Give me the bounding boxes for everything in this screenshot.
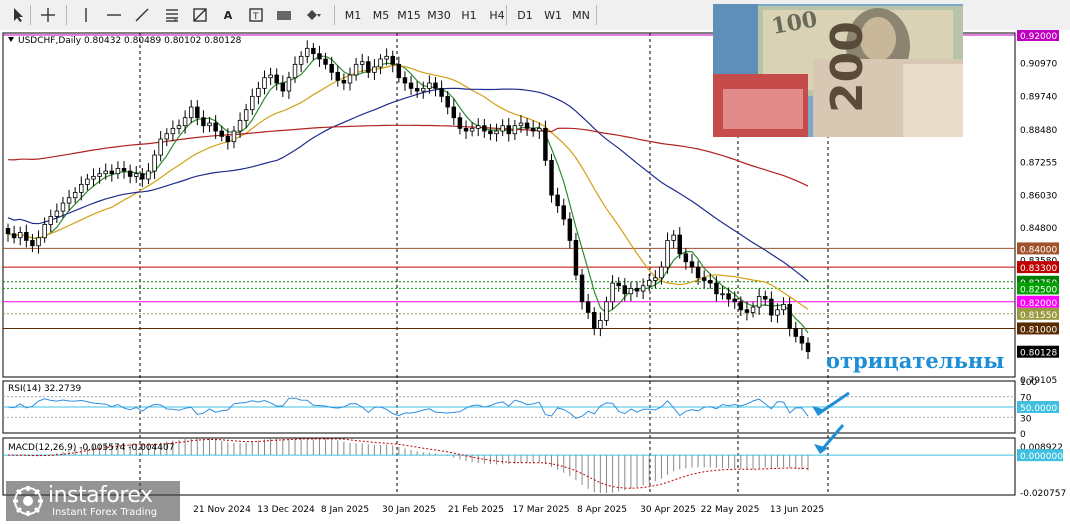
crosshair-tool[interactable] — [36, 4, 60, 26]
cursor-tool[interactable] — [6, 4, 30, 26]
annotation-text: отрицательны — [826, 348, 1005, 373]
macd-axis-label: -0.020757 — [1020, 489, 1066, 499]
date-axis-label: 21 Feb 2025 — [448, 505, 504, 515]
price-axis-label: 0.87255 — [1020, 159, 1057, 169]
toolbar-separator — [334, 5, 335, 25]
timeframe-m5[interactable]: M5 — [368, 4, 394, 26]
date-axis-label: 30 Apr 2025 — [640, 505, 696, 515]
date-axis-label: 8 Jan 2025 — [321, 505, 369, 515]
fibonacci-fan-tool[interactable] — [188, 4, 212, 26]
timeframe-m15[interactable]: M15 — [396, 4, 422, 26]
price-axis-label: 0.80128 — [1020, 349, 1057, 359]
toolbar-separator — [66, 5, 67, 25]
price-axis-label: 0.89740 — [1020, 92, 1057, 102]
rsi-axis-label: 0 — [1020, 430, 1026, 440]
rsi-axis-label: 50.0000 — [1020, 404, 1057, 414]
horizontal-line-tool[interactable] — [102, 4, 126, 26]
timeframe-m1[interactable]: M1 — [340, 4, 366, 26]
timeframe-h4[interactable]: H4 — [484, 4, 510, 26]
date-axis-label: 8 Apr 2025 — [577, 505, 627, 515]
text-label-tool[interactable]: T — [244, 4, 268, 26]
watermark-brand: instaforex — [48, 483, 153, 508]
price-axis-label: 0.83300 — [1020, 264, 1057, 274]
price-axis-label: 0.84800 — [1020, 224, 1057, 234]
instaforex-logo-icon — [13, 486, 43, 516]
symbol-info: USDCHF,Daily 0.80432 0.80489 0.80102 0.8… — [18, 36, 242, 46]
price-axis-label: 0.81000 — [1020, 325, 1057, 335]
fibonacci-fan-icon — [193, 8, 207, 22]
vertical-line-tool[interactable] — [74, 4, 98, 26]
rsi-axis-label: 30 — [1020, 414, 1032, 424]
rsi-axis-label: 100 — [1020, 378, 1037, 388]
date-axis-label: 21 Nov 2024 — [193, 505, 251, 515]
fibonacci-tool[interactable]: F — [160, 4, 184, 26]
timeframe-m30[interactable]: M30 — [426, 4, 452, 26]
fibonacci-icon: F — [166, 9, 178, 23]
price-axis-label: 0.81550 — [1020, 311, 1057, 321]
svg-text:200: 200 — [822, 21, 873, 113]
price-axis-label: 0.86030 — [1020, 191, 1057, 201]
date-axis-label: 13 Dec 2024 — [257, 505, 315, 515]
price-axis-label: 0.90970 — [1020, 59, 1057, 69]
shapes-dropdown-icon — [307, 10, 321, 20]
svg-text:F: F — [174, 17, 178, 23]
watermark: instaforex Instant Forex Trading — [6, 481, 180, 521]
cursor-icon — [14, 8, 23, 22]
macd-axis-label: 0.000000 — [1020, 452, 1063, 462]
price-axis-label: 0.84000 — [1020, 245, 1057, 255]
rectangle-icon — [277, 11, 291, 20]
timeframe-mn[interactable]: MN — [568, 4, 594, 26]
toolbar-separator — [30, 5, 31, 25]
date-axis-label: 17 Mar 2025 — [512, 505, 569, 515]
price-axis-label: 0.82500 — [1020, 285, 1057, 295]
macd-title: MACD(12,26,9) -0.005574 -0.004407 — [8, 443, 174, 453]
text-tool[interactable]: A — [216, 4, 240, 26]
svg-text:T: T — [252, 12, 259, 22]
rsi-title: RSI(14) 32.2739 — [8, 384, 81, 394]
date-axis-label: 30 Jan 2025 — [382, 505, 436, 515]
vertical-line-icon — [85, 8, 87, 22]
banknote-image: 200 100 — [713, 4, 963, 137]
date-axis-label: 13 Jun 2025 — [770, 505, 824, 515]
timeframe-h1[interactable]: H1 — [456, 4, 482, 26]
toolbar-separator — [596, 5, 597, 25]
rectangle-tool[interactable] — [272, 4, 296, 26]
text-label-icon: T — [249, 8, 263, 22]
watermark-tagline: Instant Forex Trading — [52, 507, 158, 518]
timeframe-w1[interactable]: W1 — [540, 4, 566, 26]
price-axis-label: 0.92000 — [1020, 32, 1057, 42]
shapes-tool[interactable] — [302, 4, 326, 26]
trend-line-tool[interactable] — [130, 4, 154, 26]
timeframe-d1[interactable]: D1 — [512, 4, 538, 26]
crosshair-icon — [41, 8, 55, 22]
price-axis-label: 0.88480 — [1020, 126, 1057, 136]
horizontal-line-icon — [107, 14, 121, 16]
price-axis-label: 0.82000 — [1020, 299, 1057, 309]
candle[interactable] — [549, 154, 554, 203]
date-axis-label: 22 May 2025 — [701, 505, 760, 515]
trend-line-icon — [135, 8, 149, 22]
